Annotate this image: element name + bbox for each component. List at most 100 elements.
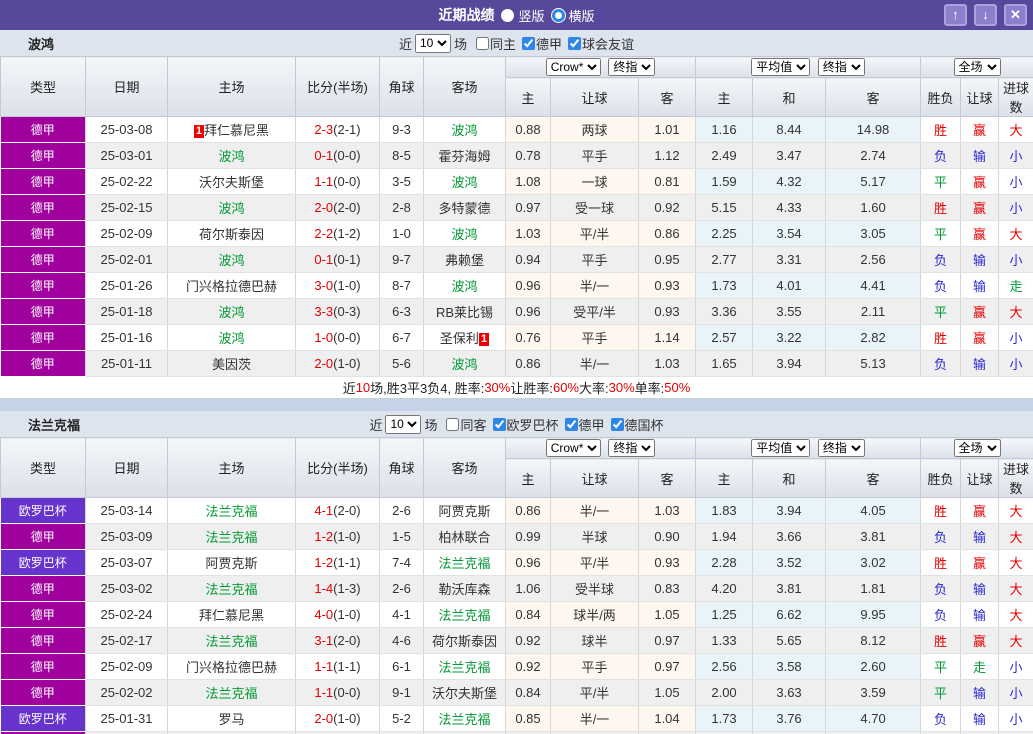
radio-checked-icon[interactable] [552, 9, 565, 22]
cell-corner: 1-5 [380, 524, 424, 550]
fulltime-score: 1-2 [314, 529, 333, 544]
fulltime-score: 2-3 [314, 122, 333, 137]
table-row: 德甲25-01-16波鸿1-0(0-0)6-7圣保利10.76平手1.142.5… [1, 325, 1033, 351]
cell-away-team: 弗赖堡 [424, 247, 506, 273]
results-table: 类型 日期 主场 比分(半场) 角球 客场 Crow* 终指 平均值 终指 [0, 56, 1033, 377]
cell-avg-away: 2.11 [826, 299, 921, 325]
fullmatch-select-group: 全场 [921, 438, 1033, 459]
league-badge: 德甲 [1, 680, 86, 706]
checkbox-德甲[interactable] [522, 37, 535, 50]
close-button[interactable]: ✕ [1004, 4, 1027, 26]
move-down-button[interactable]: ↓ [974, 4, 997, 26]
filter-checkbox-德甲: 德甲 [559, 415, 605, 434]
home-team-name: 法兰克福 [205, 634, 257, 649]
cell-odds-handicap: 受一球 [551, 195, 639, 221]
checkbox-球会友谊[interactable] [568, 37, 581, 50]
league-badge: 德甲 [1, 169, 86, 195]
cell-goals: 走 [999, 273, 1033, 299]
col-header-avg-home: 主 [696, 459, 753, 498]
cell-score: 1-1(1-1) [296, 654, 380, 680]
cell-handicap-result: 赢 [961, 325, 999, 351]
col-header-avg-away: 客 [826, 459, 921, 498]
cell-goals: 小 [999, 654, 1033, 680]
cell-avg-draw: 3.55 [753, 299, 826, 325]
checkbox-德甲[interactable] [565, 418, 578, 431]
league-badge: 德甲 [1, 602, 86, 628]
cell-corner: 7-4 [380, 550, 424, 576]
layout-radio-horizontal[interactable]: 横版 [552, 6, 595, 25]
cell-corner: 2-6 [380, 498, 424, 524]
away-team-name: 弗赖堡 [445, 253, 484, 268]
fullmatch-select[interactable]: 全场 [954, 439, 1001, 457]
league-badge: 德甲 [1, 351, 86, 377]
cell-date: 25-02-09 [86, 654, 168, 680]
cell-home-team: 波鸿 [168, 299, 296, 325]
recent-count-select[interactable]: 10 [385, 415, 421, 434]
cell-avg-away: 2.60 [826, 654, 921, 680]
cell-result: 平 [921, 680, 961, 706]
cell-avg-draw: 3.58 [753, 654, 826, 680]
average-select[interactable]: 平均值 [751, 439, 810, 457]
cell-avg-home: 2.57 [696, 325, 753, 351]
halftime-score: (1-0) [333, 711, 360, 726]
avg-stage-select[interactable]: 终指 [818, 58, 865, 76]
move-up-button[interactable]: ↑ [944, 4, 967, 26]
col-header-result: 胜负 [921, 459, 961, 498]
league-badge: 德甲 [1, 195, 86, 221]
cell-date: 25-01-26 [86, 273, 168, 299]
cell-odds-away: 1.12 [639, 143, 696, 169]
cell-away-team: 波鸿 [424, 221, 506, 247]
filter-checkboxes: 同客欧罗巴杯德甲德国杯 [440, 415, 663, 434]
table-row: 德甲25-03-02法兰克福1-4(1-3)2-6勒沃库森1.06受半球0.83… [1, 576, 1033, 602]
home-team-name: 沃尔夫斯堡 [199, 175, 264, 190]
cell-avg-away: 14.98 [826, 117, 921, 143]
home-team-name: 拜仁慕尼黑 [199, 608, 264, 623]
cell-avg-home: 2.00 [696, 680, 753, 706]
recent-count-select[interactable]: 10 [415, 34, 451, 53]
cell-avg-draw: 3.94 [753, 351, 826, 377]
cell-odds-away: 0.97 [639, 628, 696, 654]
summary-segment: 30% [484, 380, 510, 395]
col-header-odds-handicap: 让球 [551, 78, 639, 117]
cell-corner: 6-7 [380, 325, 424, 351]
cell-away-team: 法兰克福 [424, 550, 506, 576]
average-select[interactable]: 平均值 [751, 58, 810, 76]
cell-odds-home: 0.86 [506, 351, 551, 377]
home-team-name: 法兰克福 [205, 582, 257, 597]
cell-avg-home: 2.56 [696, 654, 753, 680]
cell-handicap-result: 赢 [961, 628, 999, 654]
checkbox-同客[interactable] [446, 418, 459, 431]
cell-date: 25-02-09 [86, 221, 168, 247]
cell-date: 25-03-08 [86, 117, 168, 143]
avg-stage-select[interactable]: 终指 [818, 439, 865, 457]
cell-score: 1-0(0-0) [296, 325, 380, 351]
checkbox-欧罗巴杯[interactable] [493, 418, 506, 431]
cell-odds-away: 0.93 [639, 550, 696, 576]
bookmaker-select[interactable]: Crow* [546, 58, 601, 76]
cell-handicap-result: 输 [961, 143, 999, 169]
fullmatch-select[interactable]: 全场 [954, 58, 1001, 76]
cell-date: 25-02-01 [86, 247, 168, 273]
cell-date: 25-02-22 [86, 169, 168, 195]
cell-avg-draw: 3.81 [753, 576, 826, 602]
cell-avg-draw: 3.31 [753, 247, 826, 273]
cell-avg-away: 3.02 [826, 550, 921, 576]
cell-odds-handicap: 球半/两 [551, 602, 639, 628]
odds-stage-select[interactable]: 终指 [608, 58, 655, 76]
checkbox-同主[interactable] [476, 37, 489, 50]
cell-score: 4-1(2-0) [296, 498, 380, 524]
filter-checkbox-同客: 同客 [440, 415, 486, 434]
summary-segment: 让胜率: [510, 378, 553, 397]
home-team-name: 拜仁慕尼黑 [204, 123, 269, 138]
bookmaker-select[interactable]: Crow* [546, 439, 601, 457]
layout-radio-vertical[interactable]: 竖版 [501, 6, 544, 25]
odds-stage-select[interactable]: 终指 [608, 439, 655, 457]
radio-unchecked-icon[interactable] [501, 9, 514, 22]
team-name: 法兰克福 [28, 415, 80, 434]
close-icon: ✕ [1010, 7, 1021, 22]
away-team-name: 圣保利 [440, 331, 479, 346]
cell-corner: 2-6 [380, 576, 424, 602]
table-row: 德甲25-01-18波鸿3-3(0-3)6-3RB莱比锡0.96受平/半0.93… [1, 299, 1033, 325]
checkbox-德国杯[interactable] [611, 418, 624, 431]
col-header-goals: 进球数 [999, 78, 1033, 117]
